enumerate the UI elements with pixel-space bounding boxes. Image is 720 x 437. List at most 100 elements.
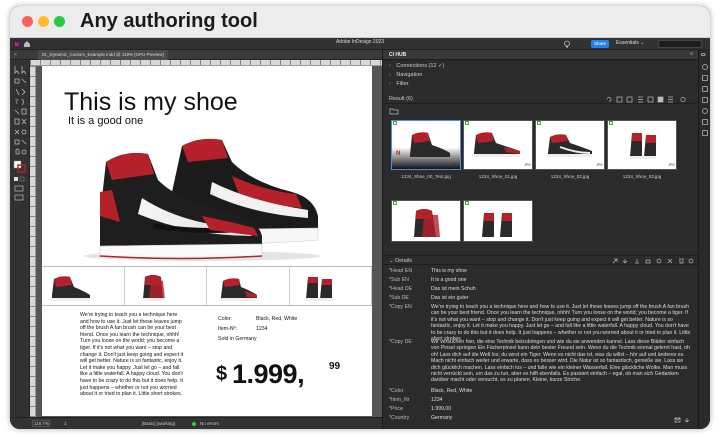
asset-filename: 1234_Shoe_00_Text.jpg (401, 174, 451, 179)
price-cents[interactable]: 99 (329, 361, 340, 372)
spec-item-number[interactable]: Item-Nº: 1234 (218, 326, 268, 332)
lightbulb-icon[interactable] (563, 40, 571, 48)
asset-tile[interactable] (391, 200, 461, 250)
maximize-window-button[interactable] (54, 16, 65, 27)
zoom-field[interactable]: 118.7% (32, 420, 50, 427)
thumbnail-frame[interactable] (42, 267, 125, 305)
link-icon (667, 258, 673, 264)
metadata-key: *Sub EN (389, 277, 409, 283)
result-view-icons[interactable] (605, 96, 695, 103)
asset-checkbox[interactable] (609, 121, 613, 125)
svg-text:T: T (15, 100, 19, 106)
asset-filename: 1234_Shoe_03.jpg (622, 174, 662, 179)
preflight-errors[interactable]: No errors (200, 421, 219, 426)
section-label: Filter (396, 81, 409, 87)
asset-thumbnail: N (391, 120, 461, 170)
spec-value: 1234 (256, 326, 268, 332)
asset-checkbox[interactable] (465, 121, 469, 125)
thumbnail-frame[interactable] (290, 267, 372, 305)
cc-libraries-icon[interactable] (702, 130, 708, 136)
page-headline[interactable]: This is my shoe (64, 88, 238, 117)
workspace-switcher[interactable]: Essentials ⌄ (616, 40, 644, 46)
asset-file-type: JPG (524, 163, 531, 167)
price-currency[interactable]: $ (216, 363, 227, 386)
asset-tile[interactable] (463, 200, 533, 250)
share-button[interactable]: Share (591, 40, 609, 48)
metadata-key: *Country (389, 415, 410, 421)
asset-checkbox[interactable] (393, 201, 397, 205)
stock-search-input[interactable] (658, 40, 702, 48)
trash-icon (679, 258, 684, 264)
details-label: ⌄ Details (389, 258, 412, 264)
panel-menu-icon[interactable]: ≡ (690, 51, 693, 57)
folder-icon[interactable] (389, 107, 399, 115)
section-navigation[interactable]: › Navigation (389, 72, 422, 78)
tab-document[interactable]: 01_Dynamic_Custom_Example.indd @ 119% [G… (38, 50, 168, 60)
tools-panel: T (10, 60, 30, 417)
section-filter[interactable]: › Filter (389, 81, 409, 87)
result-toolbar: Result (6) (383, 95, 699, 104)
page-subhead[interactable]: It is a good one (68, 115, 143, 127)
asset-thumbnail (535, 120, 605, 170)
price-main[interactable]: 1.999, (232, 359, 305, 390)
details-header[interactable]: ⌄ Details (383, 255, 699, 265)
metadata-key: *Item_Nr (389, 397, 410, 403)
metadata-value[interactable]: This is my shoe (431, 268, 693, 274)
page-number-field[interactable]: 1 (64, 421, 67, 426)
asset-tile[interactable]: N JPG 1234_Shoe_00_Text.jpg (391, 120, 461, 192)
metadata-value[interactable]: Wir versuchen hier, die eine Technik bei… (431, 339, 693, 384)
metadata-key: *Copy EN (389, 304, 412, 310)
minimize-window-button[interactable] (38, 16, 49, 27)
section-connections[interactable]: › Connections (12 ✓) (389, 63, 444, 69)
tab-close-icon[interactable]: × (14, 52, 17, 58)
panel-header: CI HUB ≡ (383, 50, 699, 60)
panel-footer-icons[interactable] (673, 416, 695, 424)
asset-filename: 1234_Shoe_02.jpg (550, 174, 590, 179)
download-icon (622, 259, 628, 264)
properties-icon[interactable] (702, 64, 708, 70)
asset-checkbox[interactable] (537, 121, 541, 125)
asset-thumbnail (463, 200, 533, 242)
panel-title[interactable]: CI HUB (389, 52, 406, 58)
layers-icon[interactable] (702, 86, 708, 92)
spec-color[interactable]: Color: Black, Red, White (218, 316, 297, 322)
close-window-button[interactable] (22, 16, 33, 27)
ci-hub-dock-icon[interactable]: CI (701, 52, 706, 57)
metadata-value[interactable]: Black, Red, White (431, 388, 693, 394)
chevron-right-icon: › (389, 81, 391, 87)
stroke-icon[interactable] (702, 108, 708, 114)
asset-checkbox[interactable] (393, 121, 397, 125)
connection-count: (12 ✓) (428, 63, 445, 69)
asset-checkbox[interactable] (465, 201, 469, 205)
spec-label: Item-Nº: (218, 326, 237, 332)
metadata-value[interactable]: It is a good one (431, 277, 693, 283)
hero-shoe-image[interactable] (82, 132, 322, 262)
document-page[interactable]: This is my shoe It is a good one We're t… (42, 66, 372, 416)
svg-text:N: N (396, 151, 400, 157)
product-copy-text[interactable]: We're trying to teach you a technique he… (80, 312, 184, 398)
tool-icons[interactable]: T (13, 64, 27, 204)
asset-tile[interactable]: JPG 1234_Shoe_02.jpg (535, 120, 605, 192)
result-count: (6) (406, 96, 413, 102)
thumbnail-frame[interactable] (207, 267, 290, 305)
metadata-value[interactable]: 1234 (431, 397, 693, 403)
asset-thumbnail (463, 120, 533, 170)
metadata-value[interactable]: Das ist mein Schuh (431, 286, 693, 292)
metadata-value[interactable]: Das ist ein guter (431, 295, 693, 301)
spec-sold-in[interactable]: Sold in Germany (218, 336, 257, 342)
asset-tile[interactable]: JPG 1234_Shoe_01.jpg (463, 120, 533, 192)
metadata-value[interactable]: Germany (431, 415, 693, 421)
result-header[interactable]: Result (6) (389, 96, 413, 102)
window-titlebar: Any authoring tool (10, 6, 710, 38)
swatches-icon[interactable] (702, 119, 708, 125)
thumbnail-frame[interactable] (125, 267, 207, 305)
preflight-profile[interactable]: [Basic] (working) (142, 421, 175, 426)
pages-icon[interactable] (702, 75, 708, 81)
chevron-right-icon: › (389, 72, 391, 78)
metadata-key: *Color (389, 388, 404, 394)
details-action-icons[interactable] (611, 257, 695, 265)
links-icon[interactable] (702, 97, 708, 103)
metadata-value[interactable]: We're trying to teach you a technique he… (431, 304, 693, 342)
metadata-value[interactable]: 1.999,00 (431, 406, 693, 412)
asset-tile[interactable]: JPG 1234_Shoe_03.jpg (607, 120, 677, 192)
